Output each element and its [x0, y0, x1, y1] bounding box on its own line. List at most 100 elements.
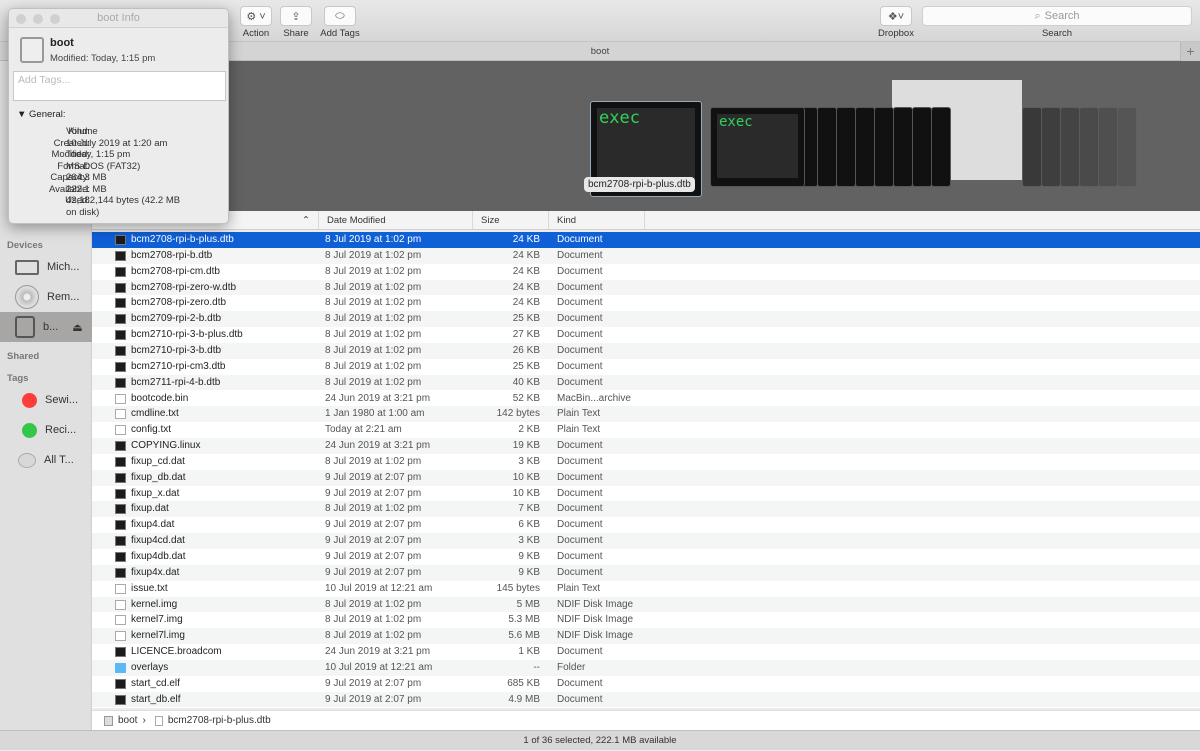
exec-file-icon — [115, 377, 126, 388]
preview-card[interactable]: exec — [710, 107, 805, 187]
add-tags-input[interactable]: Add Tags... — [13, 71, 226, 101]
file-row[interactable]: bootcode.bin 24 Jun 2019 at 3:21 pm 52 K… — [92, 391, 1200, 407]
path-item-boot[interactable]: boot — [118, 715, 137, 726]
sidebar-tag-recipes[interactable]: Reci... — [0, 415, 92, 445]
file-kind: Document — [557, 376, 603, 388]
general-section-toggle[interactable]: ▼ General: — [17, 109, 65, 120]
sidebar-tag-sewing[interactable]: Sewi... — [0, 385, 92, 415]
sidebar-item-remote-disc[interactable]: Rem... — [0, 282, 92, 312]
file-row[interactable]: fixup.dat 8 Jul 2019 at 1:02 pm 7 KB Doc… — [92, 501, 1200, 518]
file-row[interactable]: fixup4cd.dat 9 Jul 2019 at 2:07 pm 3 KB … — [92, 533, 1200, 549]
info-title-bar[interactable]: boot Info — [9, 9, 228, 28]
file-date: 1 Jan 1980 at 1:00 am — [325, 408, 425, 420]
file-name: bcm2708-rpi-cm.dtb — [131, 265, 220, 277]
search-input[interactable]: ⌕ Search — [922, 6, 1192, 26]
sidebar-tag-all[interactable]: All T... — [0, 445, 92, 475]
file-name: start_cd.elf — [131, 677, 180, 689]
file-row[interactable]: kernel.img 8 Jul 2019 at 1:02 pm 5 MB ND… — [92, 596, 1200, 613]
file-row[interactable]: start_cd.elf 9 Jul 2019 at 2:07 pm 685 K… — [92, 676, 1200, 692]
file-kind: Plain Text — [557, 408, 601, 420]
file-kind: Document — [557, 249, 603, 261]
preview-card[interactable] — [1098, 107, 1118, 187]
file-row[interactable]: COPYING.linux 24 Jun 2019 at 3:21 pm 19 … — [92, 438, 1200, 454]
file-row[interactable]: config.txt Today at 2:21 am 2 KB Plain T… — [92, 422, 1200, 438]
file-row[interactable]: fixup4x.dat 9 Jul 2019 at 2:07 pm 9 KB D… — [92, 564, 1200, 581]
preview-card[interactable] — [931, 107, 951, 187]
file-date: 9 Jul 2019 at 2:07 pm — [325, 471, 422, 483]
tab-boot[interactable]: boot — [591, 46, 610, 57]
file-row[interactable]: issue.txt 10 Jul 2019 at 12:21 am 145 by… — [92, 581, 1200, 597]
file-row[interactable]: start_db.elf 9 Jul 2019 at 2:07 pm 4.9 M… — [92, 691, 1200, 708]
file-row[interactable]: bcm2710-rpi-3-b-plus.dtb 8 Jul 2019 at 1… — [92, 327, 1200, 343]
preview-card[interactable] — [1022, 107, 1042, 187]
preview-card[interactable] — [1117, 107, 1137, 187]
exec-file-icon — [115, 361, 126, 372]
file-name: bcm2708-rpi-zero.dtb — [131, 297, 227, 309]
file-row[interactable]: cmdline.txt 1 Jan 1980 at 1:00 am 142 by… — [92, 406, 1200, 423]
file-row[interactable]: bcm2711-rpi-4-b.dtb 8 Jul 2019 at 1:02 p… — [92, 374, 1200, 391]
file-name: bcm2710-rpi-cm3.dtb — [131, 360, 226, 372]
preview-card[interactable] — [893, 107, 913, 187]
info-field: Format: MS-DOS (FAT32) — [9, 161, 228, 173]
file-date: 10 Jul 2019 at 12:21 am — [325, 582, 433, 594]
file-name: bcm2708-rpi-b.dtb — [131, 249, 213, 261]
preview-card[interactable] — [1060, 107, 1080, 187]
zoom-button[interactable] — [50, 14, 60, 24]
info-field: Capacity: 264.3 MB — [9, 172, 228, 184]
preview-card[interactable] — [817, 107, 837, 187]
file-size: 24 KB — [512, 297, 540, 309]
share-button[interactable]: ⇪ Share — [279, 6, 313, 39]
file-date: 8 Jul 2019 at 1:02 pm — [325, 344, 422, 356]
file-size: -- — [533, 661, 540, 673]
eject-icon[interactable]: ⏏ — [72, 321, 82, 334]
new-tab-button[interactable]: + — [1180, 42, 1200, 61]
file-row[interactable]: bcm2710-rpi-3-b.dtb 8 Jul 2019 at 1:02 p… — [92, 342, 1200, 359]
file-row[interactable]: fixup_x.dat 9 Jul 2019 at 2:07 pm 10 KB … — [92, 486, 1200, 502]
folder-icon — [115, 662, 126, 673]
info-modified: Modified: Today, 1:15 pm — [50, 53, 156, 64]
file-row[interactable]: bcm2708-rpi-b.dtb 8 Jul 2019 at 1:02 pm … — [92, 247, 1200, 264]
file-row[interactable]: bcm2709-rpi-2-b.dtb 8 Jul 2019 at 1:02 p… — [92, 311, 1200, 328]
preview-card[interactable] — [912, 107, 932, 187]
path-item-file[interactable]: bcm2708-rpi-b-plus.dtb — [168, 715, 271, 726]
file-date: 9 Jul 2019 at 2:07 pm — [325, 566, 422, 578]
file-size: 142 bytes — [496, 408, 540, 420]
info-name: boot — [50, 37, 74, 49]
preview-card[interactable] — [855, 107, 875, 187]
file-kind: Plain Text — [557, 424, 601, 436]
action-button[interactable]: ⚙ ˅ Action — [239, 6, 273, 39]
kind-column-header[interactable]: Kind — [548, 211, 645, 230]
file-row[interactable]: bcm2708-rpi-cm.dtb 8 Jul 2019 at 1:02 pm… — [92, 264, 1200, 280]
dropbox-button[interactable]: ❖˅ Dropbox — [876, 6, 916, 39]
info-field: Modified: Today, 1:15 pm — [9, 149, 228, 161]
file-date: 9 Jul 2019 at 2:07 pm — [325, 693, 422, 705]
exec-file-icon — [115, 488, 126, 499]
file-kind: Document — [557, 646, 603, 658]
info-field: Used: 42,182,144 bytes (42.2 MB — [9, 195, 228, 207]
file-row[interactable]: fixup4db.dat 9 Jul 2019 at 2:07 pm 9 KB … — [92, 549, 1200, 565]
file-row[interactable]: LICENCE.broadcom 24 Jun 2019 at 3:21 pm … — [92, 644, 1200, 660]
file-row[interactable]: fixup4.dat 9 Jul 2019 at 2:07 pm 6 KB Do… — [92, 517, 1200, 533]
date-column-header[interactable]: Date Modified — [318, 211, 472, 230]
file-row[interactable]: fixup_cd.dat 8 Jul 2019 at 1:02 pm 3 KB … — [92, 454, 1200, 470]
file-row[interactable]: bcm2708-rpi-zero-w.dtb 8 Jul 2019 at 1:0… — [92, 279, 1200, 296]
preview-card[interactable] — [1041, 107, 1061, 187]
preview-card[interactable] — [836, 107, 856, 187]
sidebar-item-boot[interactable]: b... ⏏ — [0, 312, 92, 342]
sidebar-item-mac[interactable]: Mich... — [0, 252, 92, 282]
green-tag-icon — [22, 422, 37, 438]
preview-card[interactable] — [1079, 107, 1099, 187]
file-row[interactable]: kernel7.img 8 Jul 2019 at 1:02 pm 5.3 MB… — [92, 612, 1200, 628]
file-row[interactable]: fixup_db.dat 9 Jul 2019 at 2:07 pm 10 KB… — [92, 469, 1200, 486]
file-row[interactable]: bcm2708-rpi-b-plus.dtb 8 Jul 2019 at 1:0… — [92, 232, 1200, 248]
file-row[interactable]: bcm2708-rpi-zero.dtb 8 Jul 2019 at 1:02 … — [92, 295, 1200, 311]
minimize-button[interactable] — [33, 14, 43, 24]
preview-card[interactable] — [874, 107, 894, 187]
file-row[interactable]: overlays 10 Jul 2019 at 12:21 am -- Fold… — [92, 659, 1200, 676]
file-kind: Document — [557, 677, 603, 689]
size-column-header[interactable]: Size — [472, 211, 548, 230]
close-button[interactable] — [16, 14, 26, 24]
file-row[interactable]: bcm2710-rpi-cm3.dtb 8 Jul 2019 at 1:02 p… — [92, 359, 1200, 375]
add-tags-button[interactable]: ⬭ Add Tags — [318, 6, 362, 39]
file-row[interactable]: kernel7l.img 8 Jul 2019 at 1:02 pm 5.6 M… — [92, 628, 1200, 645]
